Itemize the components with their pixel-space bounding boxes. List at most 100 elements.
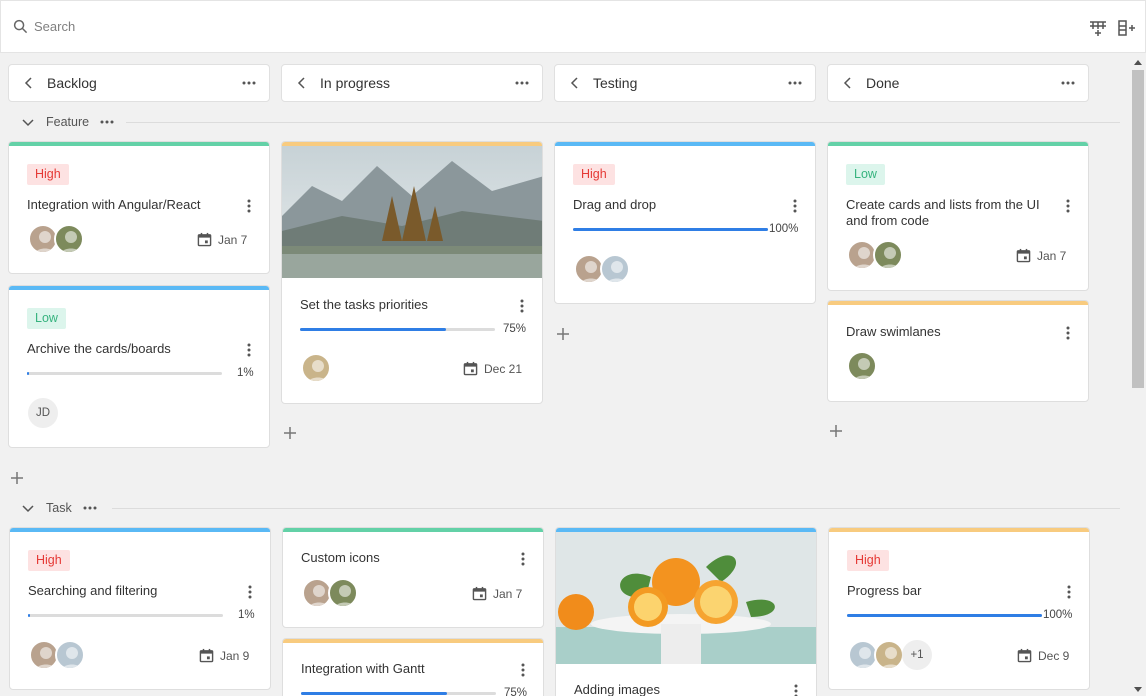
card-title: Integration with Gantt	[301, 661, 425, 676]
more-horizontal-icon[interactable]	[241, 75, 257, 91]
card-color-stripe	[828, 301, 1088, 305]
date-label: Dec 21	[484, 361, 523, 376]
person-icon	[303, 355, 331, 383]
more-vertical-icon[interactable]	[520, 299, 524, 313]
progress-fill	[27, 372, 29, 375]
progress-percent: 100%	[1043, 609, 1073, 621]
kanban-card[interactable]: Adding images	[555, 527, 817, 696]
kanban-card[interactable]: Draw swimlanes	[827, 300, 1089, 402]
add-row-icon[interactable]	[1117, 19, 1137, 37]
kanban-card[interactable]: High Integration with Angular/React Jan …	[8, 141, 270, 274]
vertical-scrollbar[interactable]	[1130, 56, 1146, 696]
more-horizontal-icon[interactable]	[787, 75, 803, 91]
chevron-left-icon[interactable]	[294, 75, 310, 91]
chevron-left-icon[interactable]	[840, 75, 856, 91]
more-horizontal-icon[interactable]	[99, 114, 115, 130]
kanban-card[interactable]: High Progress bar 100% +1 Dec 9	[828, 527, 1090, 690]
card-title: Integration with Angular/React	[27, 197, 201, 212]
add-card-plus-icon[interactable]	[829, 424, 843, 438]
calendar-icon	[472, 586, 487, 601]
scrollbar-thumb[interactable]	[1132, 70, 1144, 388]
column-header-done: Done	[827, 64, 1089, 102]
calendar-icon	[1017, 648, 1032, 663]
priority-badge: High	[27, 164, 69, 185]
card-title: Draw swimlanes	[846, 324, 941, 339]
more-vertical-icon[interactable]	[521, 552, 525, 566]
swimlane-title: Feature	[46, 115, 90, 129]
kanban-card[interactable]: Low Create cards and lists from the UI a…	[827, 141, 1089, 291]
progress-bar	[301, 692, 496, 695]
card-title: Create cards and lists from the UI and f…	[846, 197, 1040, 228]
card-title: Searching and filtering	[28, 583, 158, 598]
scroll-up-arrow-icon[interactable]	[1134, 59, 1142, 65]
search-box[interactable]: Search	[13, 19, 75, 34]
card-color-stripe	[828, 142, 1088, 146]
avatar	[55, 640, 85, 670]
more-vertical-icon[interactable]	[248, 585, 252, 599]
more-vertical-icon[interactable]	[1067, 585, 1071, 599]
chevron-left-icon[interactable]	[567, 75, 583, 91]
more-horizontal-icon[interactable]	[1060, 75, 1076, 91]
progress-bar	[300, 328, 495, 331]
more-vertical-icon[interactable]	[1066, 326, 1070, 340]
progress-fill	[573, 228, 768, 231]
date-label: Dec 9	[1038, 648, 1070, 663]
card-color-stripe	[283, 639, 543, 643]
person-icon	[875, 242, 903, 270]
card-date: Dec 9	[1017, 648, 1069, 663]
chevron-left-icon[interactable]	[21, 75, 37, 91]
avatar	[874, 640, 904, 670]
card-color-stripe	[9, 286, 269, 290]
more-horizontal-icon[interactable]	[514, 75, 530, 91]
calendar-icon	[199, 648, 214, 663]
more-vertical-icon[interactable]	[1066, 199, 1070, 213]
progress-bar	[847, 614, 1042, 617]
card-cover-image	[556, 532, 816, 664]
scroll-down-arrow-icon[interactable]	[1134, 687, 1142, 693]
priority-badge: High	[573, 164, 615, 185]
kanban-card[interactable]: Low Archive the cards/boards 1% JD	[8, 285, 270, 448]
progress-percent: 100%	[769, 223, 799, 235]
more-vertical-icon[interactable]	[793, 199, 797, 213]
progress-percent: 75%	[504, 687, 528, 696]
card-date: Jan 7	[197, 232, 247, 247]
kanban-card[interactable]: Integration with Gantt 75%	[282, 638, 544, 696]
card-title: Adding images	[574, 682, 660, 696]
search-icon	[13, 19, 28, 34]
swimlane-title: Task	[46, 501, 72, 515]
person-icon	[330, 580, 358, 608]
swimlane-divider	[126, 122, 1120, 123]
more-vertical-icon[interactable]	[247, 199, 251, 213]
more-vertical-icon[interactable]	[521, 663, 525, 677]
swimlane-header-task: Task	[20, 500, 98, 516]
date-label: Jan 7	[1037, 248, 1067, 263]
kanban-card[interactable]: High Drag and drop 100%	[554, 141, 816, 304]
chevron-down-icon[interactable]	[20, 114, 36, 130]
add-card-plus-icon[interactable]	[10, 471, 24, 485]
person-icon	[602, 256, 630, 284]
avatar	[873, 240, 903, 270]
more-vertical-icon[interactable]	[794, 684, 798, 696]
column-title: Testing	[593, 75, 638, 91]
calendar-icon	[463, 361, 478, 376]
card-title: Archive the cards/boards	[27, 341, 171, 356]
add-card-plus-icon[interactable]	[556, 327, 570, 341]
kanban-card[interactable]: Set the tasks priorities 75% Dec 21	[281, 141, 543, 404]
progress-percent: 75%	[503, 323, 527, 335]
chevron-down-icon[interactable]	[20, 500, 36, 516]
kanban-card[interactable]: Custom icons Jan 7	[282, 527, 544, 628]
add-column-icon[interactable]	[1088, 19, 1108, 37]
progress-fill	[300, 328, 447, 331]
add-card-plus-icon[interactable]	[283, 426, 297, 440]
kanban-card[interactable]: High Searching and filtering 1% Jan 9	[9, 527, 271, 690]
calendar-icon	[1016, 248, 1031, 263]
more-horizontal-icon[interactable]	[82, 500, 98, 516]
more-users-count[interactable]: +1	[902, 640, 932, 670]
avatar	[301, 353, 331, 383]
more-vertical-icon[interactable]	[247, 343, 251, 357]
search-input[interactable]: Search	[34, 19, 75, 34]
swimlane-divider	[112, 508, 1120, 509]
column-title: In progress	[320, 75, 391, 91]
avatar	[54, 224, 84, 254]
card-date: Dec 21	[463, 361, 522, 376]
